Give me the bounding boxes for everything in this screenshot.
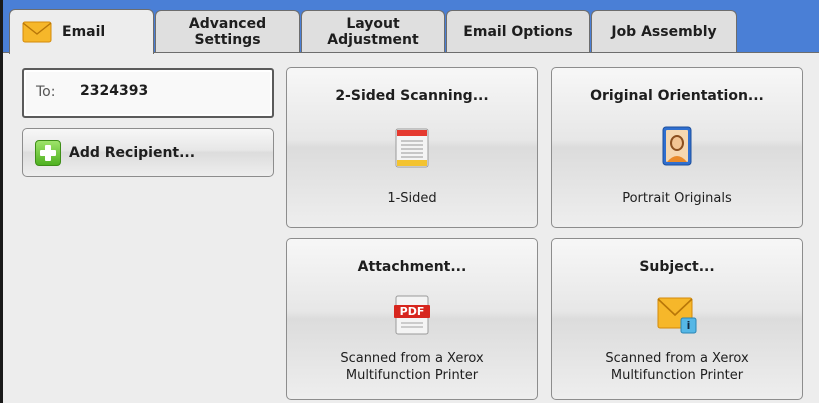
original-orientation-value: Portrait Originals bbox=[622, 191, 732, 206]
tab-advanced-settings-label: Advanced Settings bbox=[188, 15, 267, 48]
attachment-value-line2: Multifunction Printer bbox=[345, 368, 479, 383]
two-sided-scanning-value: 1-Sided bbox=[387, 191, 437, 206]
to-value: 2324393 bbox=[80, 83, 149, 99]
tab-email-label: Email bbox=[62, 24, 106, 40]
email-panel: To: 2324393 Add Recipient... 2-Sided Sca… bbox=[3, 52, 819, 403]
tab-layout-adjustment-label: Layout Adjustment bbox=[327, 15, 419, 48]
pdf-icon: PDF bbox=[393, 295, 431, 339]
add-recipient-label: Add Recipient... bbox=[69, 144, 196, 161]
subject-value-line1: Scanned from a Xerox bbox=[605, 351, 749, 366]
original-orientation-button[interactable]: Original Orientation... Portrait Origina… bbox=[551, 67, 803, 228]
to-label: To: bbox=[36, 84, 56, 100]
attachment-value-line1: Scanned from a Xerox bbox=[340, 351, 484, 366]
tab-job-assembly-label: Job Assembly bbox=[611, 23, 717, 40]
info-badge-label: i bbox=[686, 319, 691, 332]
tab-email[interactable]: Email bbox=[9, 9, 154, 54]
subject-button[interactable]: Subject... i Scanned from a Xerox Multif… bbox=[551, 238, 803, 400]
subject-title: Subject... bbox=[639, 259, 715, 275]
portrait-icon bbox=[662, 126, 692, 170]
two-sided-scanning-title: 2-Sided Scanning... bbox=[335, 88, 489, 104]
one-sided-page-icon bbox=[395, 128, 429, 172]
tab-advanced-settings[interactable]: Advanced Settings bbox=[155, 10, 300, 52]
original-orientation-title: Original Orientation... bbox=[590, 88, 764, 104]
attachment-title: Attachment... bbox=[357, 259, 467, 275]
subject-value-line2: Multifunction Printer bbox=[610, 368, 744, 383]
tab-email-options-label: Email Options bbox=[463, 23, 573, 40]
tab-layout-adjustment[interactable]: Layout Adjustment bbox=[301, 10, 445, 52]
add-recipient-button[interactable]: Add Recipient... bbox=[22, 128, 274, 177]
tab-bar: Email Advanced Settings Layout Adjustmen… bbox=[3, 0, 819, 54]
envelope-icon bbox=[22, 21, 52, 43]
recipient-field[interactable]: To: 2324393 bbox=[22, 68, 274, 118]
tab-email-options[interactable]: Email Options bbox=[446, 10, 590, 52]
envelope-info-icon: i bbox=[657, 294, 697, 338]
two-sided-scanning-button[interactable]: 2-Sided Scanning... 1-Sided bbox=[286, 67, 538, 228]
tab-job-assembly[interactable]: Job Assembly bbox=[591, 10, 737, 52]
email-scan-screen: Email Advanced Settings Layout Adjustmen… bbox=[0, 0, 819, 403]
pdf-icon-label: PDF bbox=[399, 305, 425, 318]
plus-icon bbox=[35, 139, 61, 166]
attachment-button[interactable]: Attachment... PDF Scanned from a Xerox M… bbox=[286, 238, 538, 400]
